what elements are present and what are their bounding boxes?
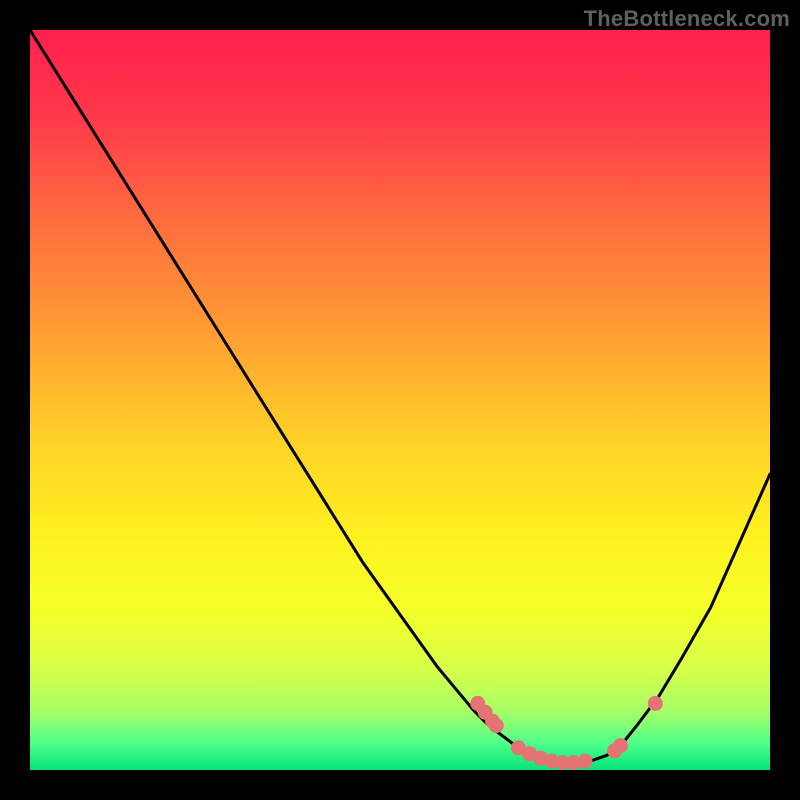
marker-point bbox=[648, 696, 663, 711]
chart-svg bbox=[30, 30, 770, 770]
marker-point bbox=[613, 738, 628, 753]
marker-point bbox=[489, 718, 504, 733]
watermark-text: TheBottleneck.com bbox=[584, 6, 790, 32]
chart-background bbox=[30, 30, 770, 770]
chart-frame: TheBottleneck.com bbox=[0, 0, 800, 800]
marker-point bbox=[578, 754, 593, 769]
chart-plot bbox=[30, 30, 770, 770]
